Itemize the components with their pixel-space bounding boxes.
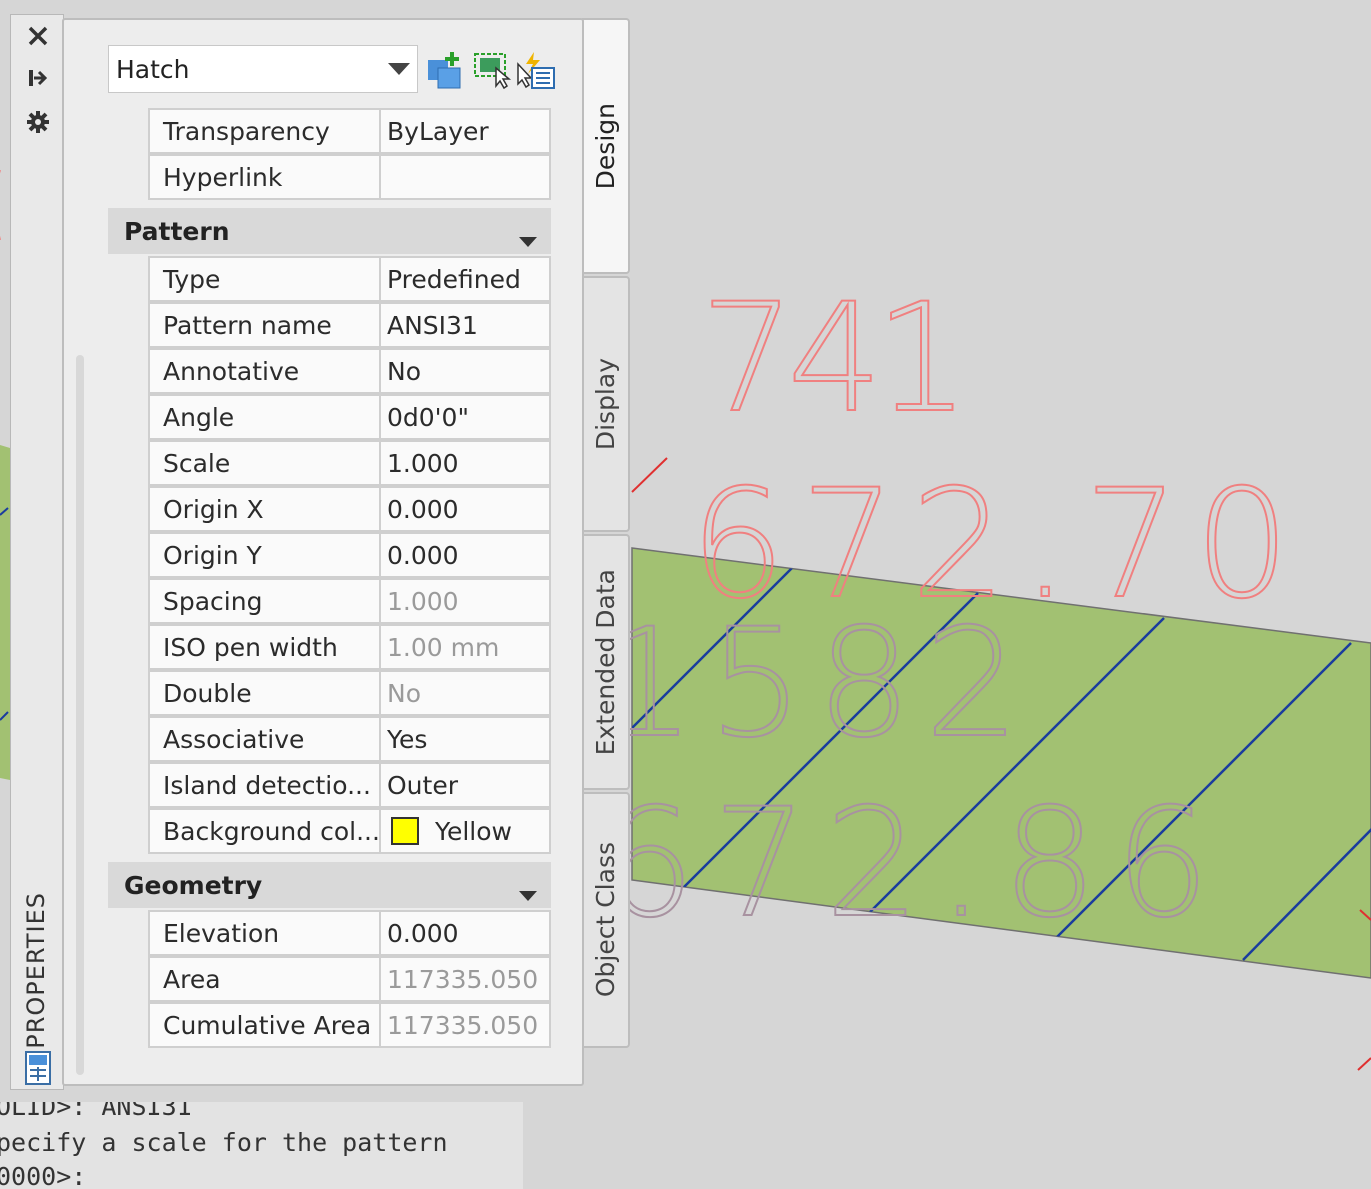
property-key: Transparency	[148, 108, 381, 154]
property-row[interactable]: Hyperlink	[108, 154, 551, 200]
select-objects-icon[interactable]	[472, 50, 512, 90]
tab-object-class[interactable]: Object Class	[582, 792, 630, 1048]
property-value[interactable]: ByLayer	[379, 108, 551, 154]
color-swatch	[391, 817, 419, 845]
property-row[interactable]: Transparency ByLayer	[108, 108, 551, 154]
property-value[interactable]: ANSI31	[379, 302, 551, 348]
property-row[interactable]: Pattern name ANSI31	[108, 302, 551, 348]
property-row[interactable]: ISO pen width 1.00 mm	[108, 624, 551, 670]
property-row[interactable]: Background col... Yellow	[108, 808, 551, 854]
tab-extended-data[interactable]: Extended Data	[582, 534, 630, 790]
property-value[interactable]: 1.000	[379, 440, 551, 486]
property-value: 1.00 mm	[379, 624, 551, 670]
quick-select-icon[interactable]	[516, 50, 556, 90]
leader-line	[631, 457, 668, 493]
palette-scrollbar[interactable]	[76, 355, 84, 1075]
section-title: Pattern	[124, 216, 230, 246]
property-key: Angle	[148, 394, 381, 440]
close-icon[interactable]	[23, 21, 53, 51]
property-row[interactable]: Scale 1.000	[108, 440, 551, 486]
property-value: No	[379, 670, 551, 716]
property-row[interactable]: Type Predefined	[108, 256, 551, 302]
property-key: Spacing	[148, 578, 381, 624]
command-line-text: 0000>:	[0, 1162, 87, 1189]
collapse-caret-icon[interactable]	[519, 878, 537, 907]
property-row[interactable]: Area 117335.050	[108, 956, 551, 1002]
property-row[interactable]: Associative Yes	[108, 716, 551, 762]
property-value: 117335.050	[379, 956, 551, 1002]
property-value[interactable]	[379, 154, 551, 200]
tab-display[interactable]: Display	[582, 276, 630, 532]
palette-title: PROPERTIES	[22, 891, 50, 1049]
settings-icon[interactable]	[23, 107, 53, 137]
property-key: Area	[148, 956, 381, 1002]
property-key: Associative	[148, 716, 381, 762]
object-type-dropdown[interactable]: Hatch	[108, 45, 418, 93]
property-key: Cumulative Area	[148, 1002, 381, 1048]
color-name: Yellow	[435, 816, 512, 846]
dimension-text[interactable]: 741	[699, 271, 971, 447]
property-row[interactable]: Island detectio... Outer	[108, 762, 551, 808]
auto-hide-icon[interactable]	[23, 63, 53, 93]
property-value: 117335.050	[379, 1002, 551, 1048]
property-value[interactable]: 0.000	[379, 486, 551, 532]
toggle-pickadd-icon[interactable]	[426, 50, 466, 90]
property-value[interactable]: Yes	[379, 716, 551, 762]
command-line-history[interactable]: OLID>: ANSI31 pecify a scale for the pat…	[0, 1102, 523, 1189]
property-value[interactable]: Outer	[379, 762, 551, 808]
palette-title-strip[interactable]: PROPERTIES	[10, 14, 64, 1090]
property-row[interactable]: Origin X 0.000	[108, 486, 551, 532]
dimension-text[interactable]: 672.86	[599, 776, 1211, 952]
property-key: Pattern name	[148, 302, 381, 348]
section-pattern-header[interactable]: Pattern	[108, 208, 551, 254]
property-row[interactable]: Annotative No	[108, 348, 551, 394]
collapse-caret-icon[interactable]	[519, 224, 537, 253]
property-key: Double	[148, 670, 381, 716]
command-line-text: pecify a scale for the pattern	[0, 1128, 448, 1157]
property-value[interactable]: 0.000	[379, 532, 551, 578]
properties-palette: Hatch Transparency ByLayer Hyperlink Pat…	[62, 18, 584, 1086]
property-row[interactable]: Spacing 1.000	[108, 578, 551, 624]
property-key: Elevation	[148, 910, 381, 956]
property-value: 1.000	[379, 578, 551, 624]
property-key: Scale	[148, 440, 381, 486]
property-value[interactable]: No	[379, 348, 551, 394]
property-key: ISO pen width	[148, 624, 381, 670]
property-key: Island detectio...	[148, 762, 381, 808]
property-value[interactable]: 0d0'0"	[379, 394, 551, 440]
property-value[interactable]: Predefined	[379, 256, 551, 302]
property-value[interactable]: 0.000	[379, 910, 551, 956]
property-key: Origin Y	[148, 532, 381, 578]
property-key: Origin X	[148, 486, 381, 532]
property-row[interactable]: Elevation 0.000	[108, 910, 551, 956]
property-row[interactable]: Cumulative Area 117335.050	[108, 1002, 551, 1048]
property-value[interactable]: Yellow	[379, 808, 551, 854]
tab-design[interactable]: Design	[582, 18, 630, 274]
section-title: Geometry	[124, 870, 263, 900]
property-key: Background col...	[148, 808, 381, 854]
property-key: Annotative	[148, 348, 381, 394]
properties-palette-icon[interactable]	[23, 1051, 53, 1085]
property-row[interactable]: Origin Y 0.000	[108, 532, 551, 578]
command-line-text: OLID>: ANSI31	[0, 1102, 192, 1121]
property-grid: Transparency ByLayer Hyperlink Pattern T…	[108, 108, 551, 1048]
chevron-down-icon[interactable]	[381, 63, 417, 75]
property-row[interactable]: Double No	[108, 670, 551, 716]
object-type-value: Hatch	[116, 54, 190, 84]
property-row[interactable]: Angle 0d0'0"	[108, 394, 551, 440]
section-geometry-header[interactable]: Geometry	[108, 862, 551, 908]
property-key: Hyperlink	[148, 154, 381, 200]
hatch-region-left[interactable]	[0, 445, 10, 780]
property-key: Type	[148, 256, 381, 302]
